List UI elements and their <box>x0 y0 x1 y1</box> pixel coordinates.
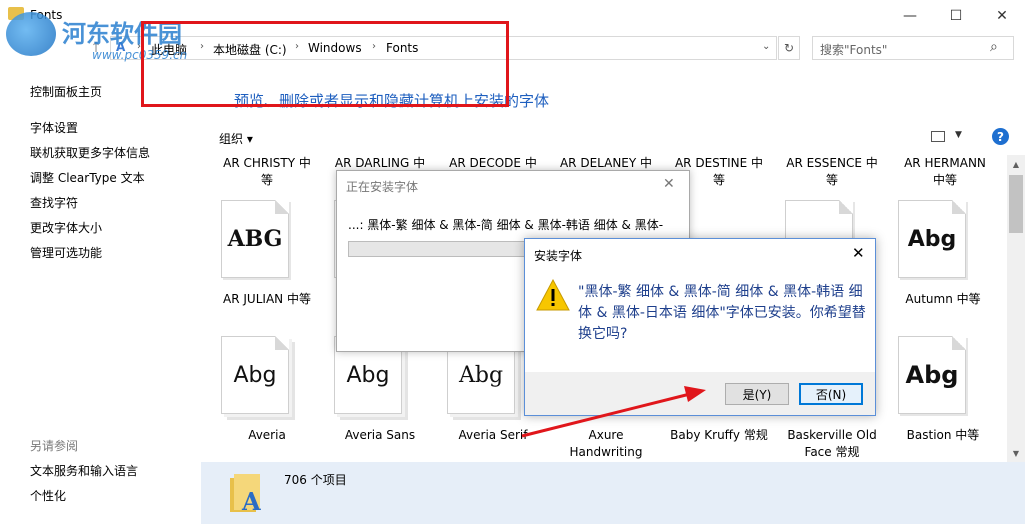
font-sample: Abg <box>346 362 390 388</box>
find-character-link[interactable]: 查找字符 <box>30 194 78 211</box>
online-font-info-link[interactable]: 联机获取更多字体信息 <box>30 144 150 161</box>
font-label-bastion[interactable]: Bastion 中等 <box>888 427 998 444</box>
font-tile-averia[interactable]: Abg <box>221 336 289 414</box>
font-label-axure-handwriting[interactable]: Axure Handwriting <box>551 427 661 461</box>
font-label-averia[interactable]: Averia <box>212 427 322 444</box>
close-icon[interactable]: ✕ <box>852 244 865 262</box>
replace-font-message: "黑体-繁 细体 & 黑体-简 细体 & 黑体-韩语 细体 & 黑体-日本语 细… <box>578 284 866 342</box>
fonts-window: Fonts — ☐ ✕ ↑ A › 此电脑 › 本地磁盘 (C:) › Wind… <box>0 0 1025 524</box>
organize-menu[interactable]: 组织 ▾ <box>219 130 253 147</box>
optional-features-link[interactable]: 管理可选功能 <box>30 244 102 261</box>
font-settings-link[interactable]: 字体设置 <box>30 119 78 136</box>
font-tile-autumn[interactable]: Abg <box>898 200 966 278</box>
fonts-folder-large-icon: A <box>230 474 261 514</box>
text-services-link[interactable]: 文本服务和输入语言 <box>30 462 138 479</box>
scroll-down-icon[interactable]: ▼ <box>1009 446 1023 460</box>
search-icon[interactable]: ⌕ <box>990 39 998 55</box>
item-count: 706 个项目 <box>284 473 347 487</box>
maximize-button[interactable]: ☐ <box>933 0 979 32</box>
help-icon[interactable]: ? <box>992 128 1009 145</box>
font-label-autumn[interactable]: Autumn 中等 <box>888 291 998 308</box>
installing-dialog-title: 正在安装字体 <box>346 180 419 194</box>
close-icon[interactable]: ✕ <box>663 176 675 192</box>
installing-message: ...: 黑体-繁 细体 & 黑体-简 细体 & 黑体-韩语 细体 & 黑体- <box>348 218 664 232</box>
personalization-link[interactable]: 个性化 <box>30 487 66 504</box>
minimize-button[interactable]: — <box>887 0 933 32</box>
font-sample: Abg <box>905 361 959 389</box>
font-label-averia-serif[interactable]: Averia Serif <box>438 427 548 444</box>
annotation-box <box>141 21 509 107</box>
font-label-baby-kruffy[interactable]: Baby Kruffy 常规 <box>664 427 774 444</box>
watermark-logo <box>6 12 56 56</box>
font-tile-ar-julian[interactable]: ABG <box>221 200 289 278</box>
chevron-down-icon[interactable]: ▼ <box>955 130 962 140</box>
search-placeholder: 搜索"Fonts" <box>820 43 888 57</box>
no-button[interactable]: 否(N) <box>799 383 863 405</box>
svg-text:A: A <box>241 487 261 514</box>
change-font-size-link[interactable]: 更改字体大小 <box>30 219 102 236</box>
font-sample: ABG <box>227 226 283 252</box>
font-tile-bastion[interactable]: Abg <box>898 336 966 414</box>
font-item-ar-essence[interactable]: AR ESSENCE 中等 <box>777 155 887 189</box>
view-options-icon[interactable] <box>931 131 945 142</box>
scroll-up-icon[interactable]: ▲ <box>1009 157 1023 171</box>
font-label-ar-julian[interactable]: AR JULIAN 中等 <box>212 291 322 308</box>
refresh-button[interactable]: ↻ <box>778 36 800 60</box>
install-dialog-title: 安装字体 <box>534 249 583 263</box>
font-label-averia-sans[interactable]: Averia Sans <box>325 427 435 444</box>
scroll-thumb[interactable] <box>1009 175 1023 233</box>
font-sample: Abg <box>458 362 504 388</box>
chevron-down-icon[interactable]: ⌄ <box>762 41 770 52</box>
close-button[interactable]: ✕ <box>979 0 1025 32</box>
font-item-ar-hermann[interactable]: AR HERMANN 中等 <box>890 155 1000 189</box>
font-item-ar-christy[interactable]: AR CHRISTY 中等 <box>212 155 322 189</box>
font-sample: Abg <box>233 362 277 388</box>
control-panel-home-link[interactable]: 控制面板主页 <box>30 83 102 100</box>
warning-icon <box>536 279 570 311</box>
font-sample: Abg <box>907 226 957 252</box>
yes-button[interactable]: 是(Y) <box>725 383 789 405</box>
font-label-baskerville[interactable]: Baskerville Old Face 常规 <box>777 427 887 461</box>
cleartype-link[interactable]: 调整 ClearType 文本 <box>30 169 145 186</box>
refresh-icon: ↻ <box>783 41 795 55</box>
see-also-title: 另请参阅 <box>30 439 79 453</box>
